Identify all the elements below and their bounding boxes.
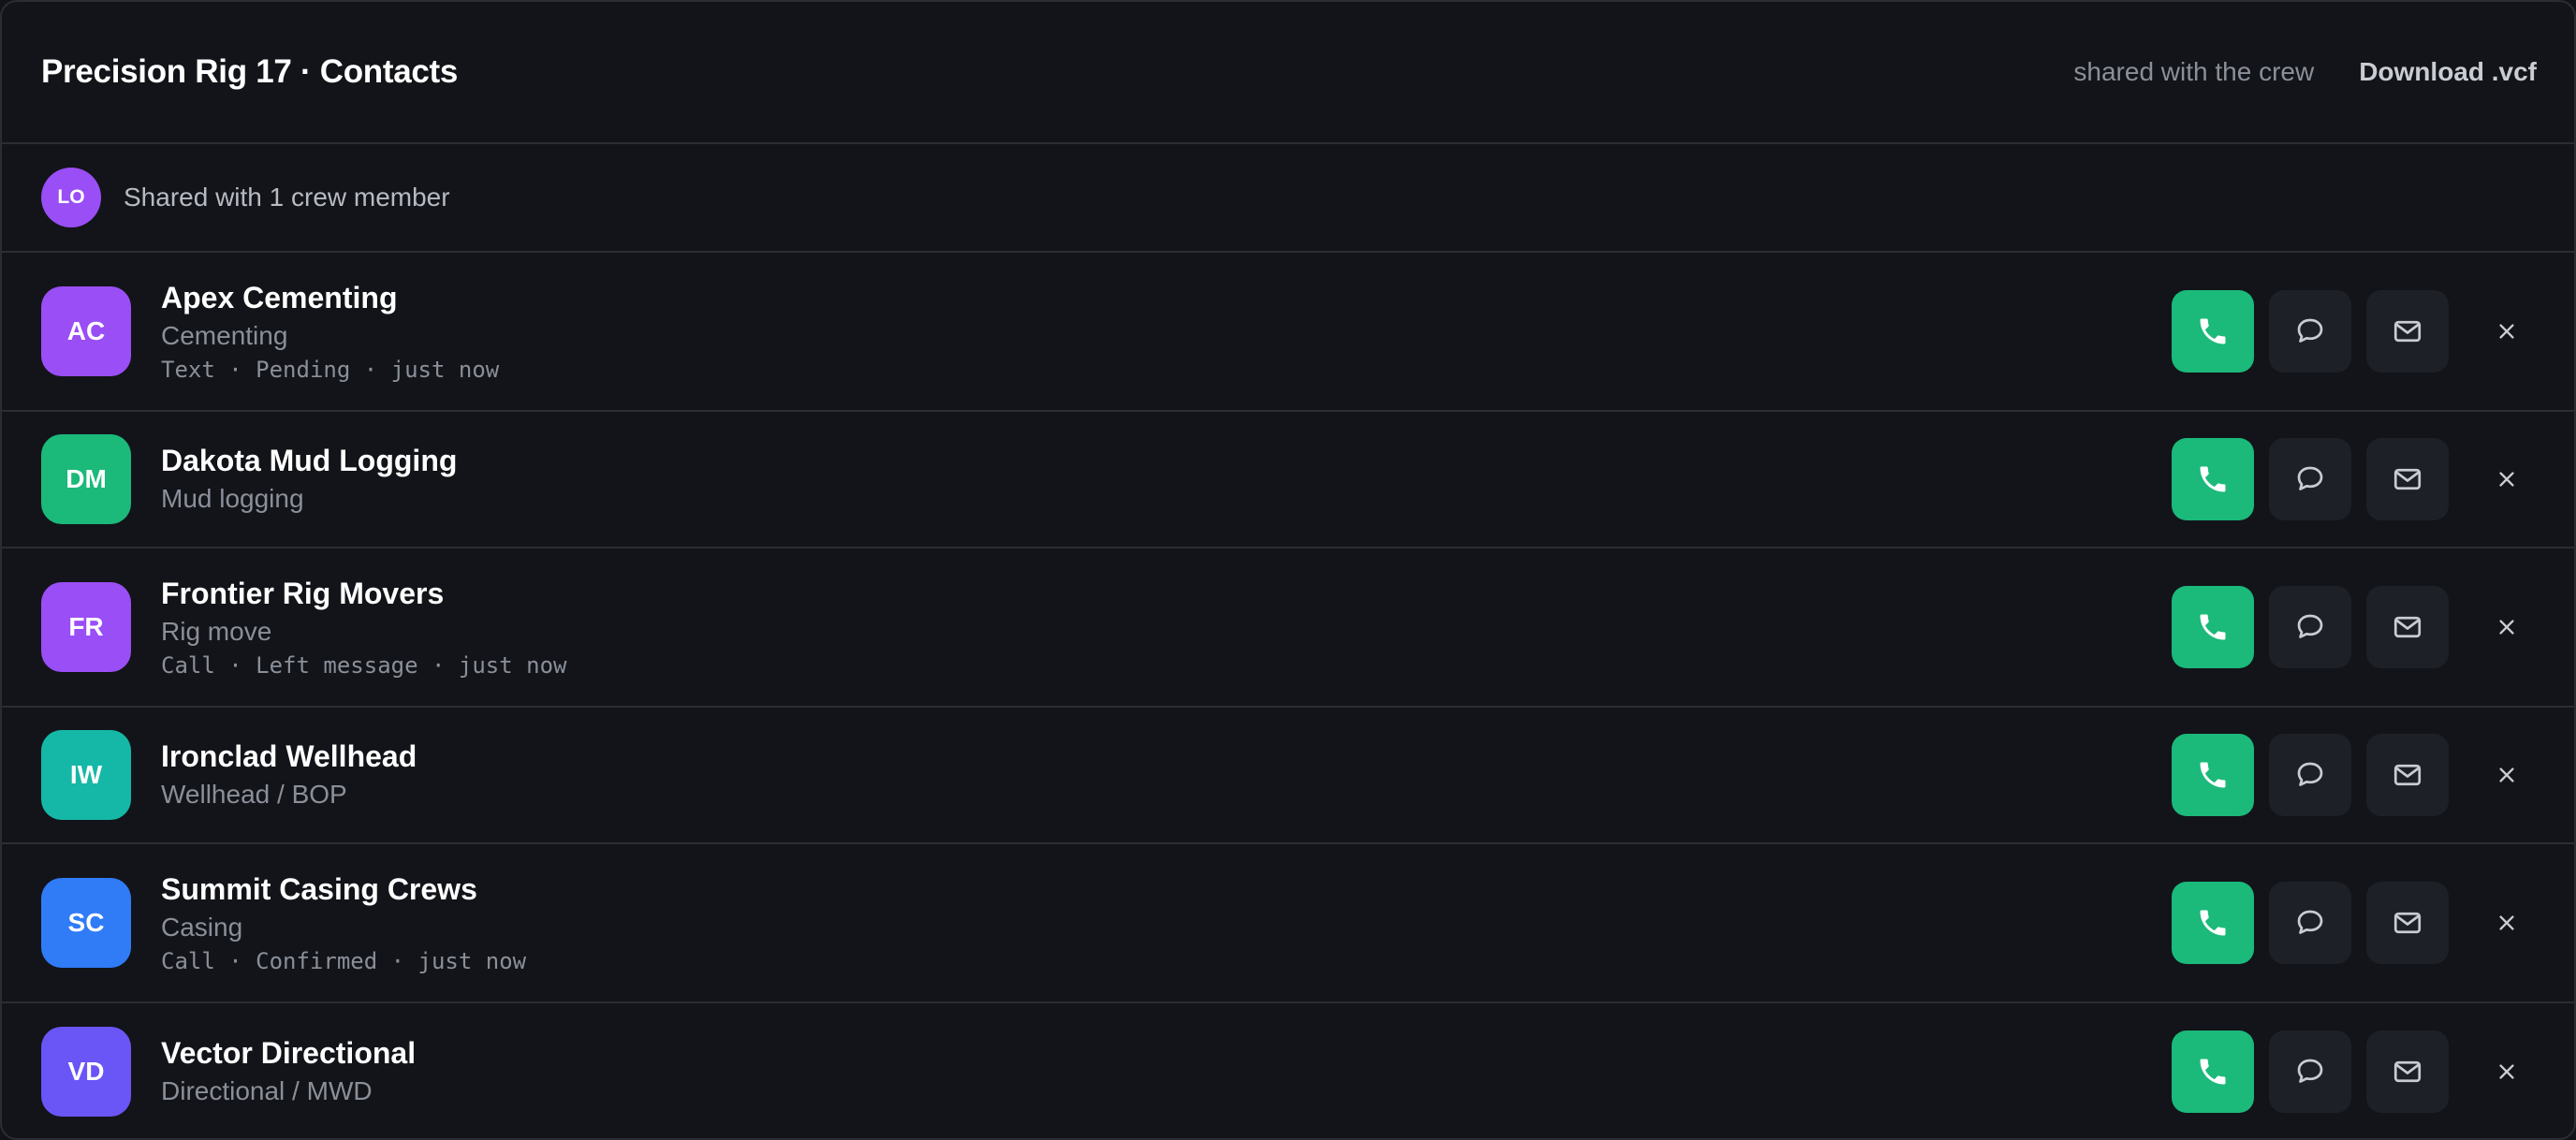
message-button[interactable] bbox=[2269, 882, 2351, 964]
shared-note: shared with the crew bbox=[2073, 57, 2315, 86]
contact-role: Wellhead / BOP bbox=[161, 780, 347, 809]
contact-name: Vector Directional bbox=[161, 1036, 417, 1070]
contact-info: Vector Directional Directional / MWD bbox=[161, 1034, 416, 1109]
contact-info: Dakota Mud Logging Mud logging bbox=[161, 442, 457, 517]
call-button[interactable] bbox=[2172, 882, 2254, 964]
call-button[interactable] bbox=[2172, 586, 2254, 668]
mail-icon bbox=[2393, 320, 2422, 343]
contact-name: Frontier Rig Movers bbox=[161, 577, 445, 610]
contact-role: Mud logging bbox=[161, 484, 304, 513]
share-status-row: LO Shared with 1 crew member bbox=[2, 144, 2574, 253]
contact-actions bbox=[2157, 882, 2535, 964]
contact-row: IW Ironclad Wellhead Wellhead / BOP bbox=[2, 708, 2574, 844]
phone-icon bbox=[2200, 614, 2226, 640]
contact-avatar: SC bbox=[41, 878, 131, 968]
chat-bubble-icon bbox=[2297, 762, 2323, 786]
chat-bubble-icon bbox=[2297, 910, 2323, 934]
contact-info: Summit Casing Crews Casing Call · Confir… bbox=[161, 870, 526, 975]
download-vcf-button[interactable]: Download .vcf bbox=[2359, 57, 2537, 87]
chat-bubble-icon bbox=[2297, 614, 2323, 638]
chat-bubble-icon bbox=[2297, 1059, 2323, 1083]
phone-icon bbox=[2200, 762, 2226, 788]
email-button[interactable] bbox=[2366, 586, 2449, 668]
message-button[interactable] bbox=[2269, 734, 2351, 816]
contact-role: Directional / MWD bbox=[161, 1076, 373, 1105]
close-icon bbox=[2499, 1064, 2514, 1079]
chat-bubble-icon bbox=[2297, 318, 2323, 343]
panel-header: Precision Rig 17 · Contacts shared with … bbox=[2, 2, 2574, 144]
contact-status: Call · Confirmed · just now bbox=[161, 948, 527, 974]
page-title: Precision Rig 17 · Contacts bbox=[41, 53, 459, 90]
phone-icon bbox=[2200, 466, 2226, 492]
remove-contact-button[interactable] bbox=[2479, 599, 2535, 655]
contact-avatar: DM bbox=[41, 434, 131, 524]
message-button[interactable] bbox=[2269, 1030, 2351, 1113]
contact-status: Call · Left message · just now bbox=[161, 652, 567, 679]
contact-row: AC Apex Cementing Cementing Text · Pendi… bbox=[2, 253, 2574, 412]
call-button[interactable] bbox=[2172, 734, 2254, 816]
close-icon bbox=[2499, 324, 2514, 339]
remove-contact-button[interactable] bbox=[2479, 1044, 2535, 1100]
email-button[interactable] bbox=[2366, 882, 2449, 964]
share-status-text: Shared with 1 crew member bbox=[124, 183, 450, 212]
contact-row: DM Dakota Mud Logging Mud logging bbox=[2, 412, 2574, 548]
remove-contact-button[interactable] bbox=[2479, 303, 2535, 359]
call-button[interactable] bbox=[2172, 290, 2254, 373]
chat-bubble-icon bbox=[2297, 466, 2323, 490]
email-button[interactable] bbox=[2366, 734, 2449, 816]
contact-role: Rig move bbox=[161, 617, 272, 646]
header-actions: shared with the crew Download .vcf bbox=[2073, 57, 2537, 87]
remove-contact-button[interactable] bbox=[2479, 747, 2535, 803]
phone-icon bbox=[2200, 1059, 2226, 1085]
contact-row: FR Frontier Rig Movers Rig move Call · L… bbox=[2, 548, 2574, 708]
contact-role: Casing bbox=[161, 913, 243, 942]
contact-info: Frontier Rig Movers Rig move Call · Left… bbox=[161, 575, 566, 680]
contact-row: SC Summit Casing Crews Casing Call · Con… bbox=[2, 844, 2574, 1003]
contact-actions bbox=[2157, 734, 2535, 816]
contact-name: Apex Cementing bbox=[161, 281, 398, 314]
email-button[interactable] bbox=[2366, 438, 2449, 520]
email-button[interactable] bbox=[2366, 1030, 2449, 1113]
contact-actions bbox=[2157, 586, 2535, 668]
email-button[interactable] bbox=[2366, 290, 2449, 373]
contact-row: VD Vector Directional Directional / MWD bbox=[2, 1003, 2574, 1138]
contact-avatar: IW bbox=[41, 730, 131, 820]
mail-icon bbox=[2393, 1060, 2422, 1083]
message-button[interactable] bbox=[2269, 586, 2351, 668]
contact-actions bbox=[2157, 438, 2535, 520]
call-button[interactable] bbox=[2172, 438, 2254, 520]
contact-role: Cementing bbox=[161, 321, 288, 350]
mail-icon bbox=[2393, 764, 2422, 786]
close-icon bbox=[2499, 620, 2514, 635]
phone-icon bbox=[2200, 318, 2226, 344]
contact-avatar: FR bbox=[41, 582, 131, 672]
close-icon bbox=[2499, 472, 2514, 487]
remove-contact-button[interactable] bbox=[2479, 895, 2535, 951]
avatar: LO bbox=[41, 168, 101, 227]
contact-avatar: AC bbox=[41, 286, 131, 376]
phone-icon bbox=[2200, 910, 2226, 936]
contact-name: Ironclad Wellhead bbox=[161, 739, 417, 773]
contact-name: Summit Casing Crews bbox=[161, 872, 477, 906]
message-button[interactable] bbox=[2269, 290, 2351, 373]
close-icon bbox=[2499, 767, 2514, 782]
contact-avatar: VD bbox=[41, 1027, 131, 1117]
mail-icon bbox=[2393, 912, 2422, 934]
mail-icon bbox=[2393, 616, 2422, 638]
mail-icon bbox=[2393, 468, 2422, 490]
contact-status: Text · Pending · just now bbox=[161, 357, 500, 383]
contact-actions bbox=[2157, 290, 2535, 373]
call-button[interactable] bbox=[2172, 1030, 2254, 1113]
close-icon bbox=[2499, 915, 2514, 930]
remove-contact-button[interactable] bbox=[2479, 451, 2535, 507]
contact-info: Ironclad Wellhead Wellhead / BOP bbox=[161, 738, 417, 812]
contact-name: Dakota Mud Logging bbox=[161, 444, 458, 477]
contact-info: Apex Cementing Cementing Text · Pending … bbox=[161, 279, 499, 384]
contact-actions bbox=[2157, 1030, 2535, 1113]
contact-list: AC Apex Cementing Cementing Text · Pendi… bbox=[2, 253, 2574, 1138]
contacts-panel: Precision Rig 17 · Contacts shared with … bbox=[0, 0, 2576, 1140]
message-button[interactable] bbox=[2269, 438, 2351, 520]
